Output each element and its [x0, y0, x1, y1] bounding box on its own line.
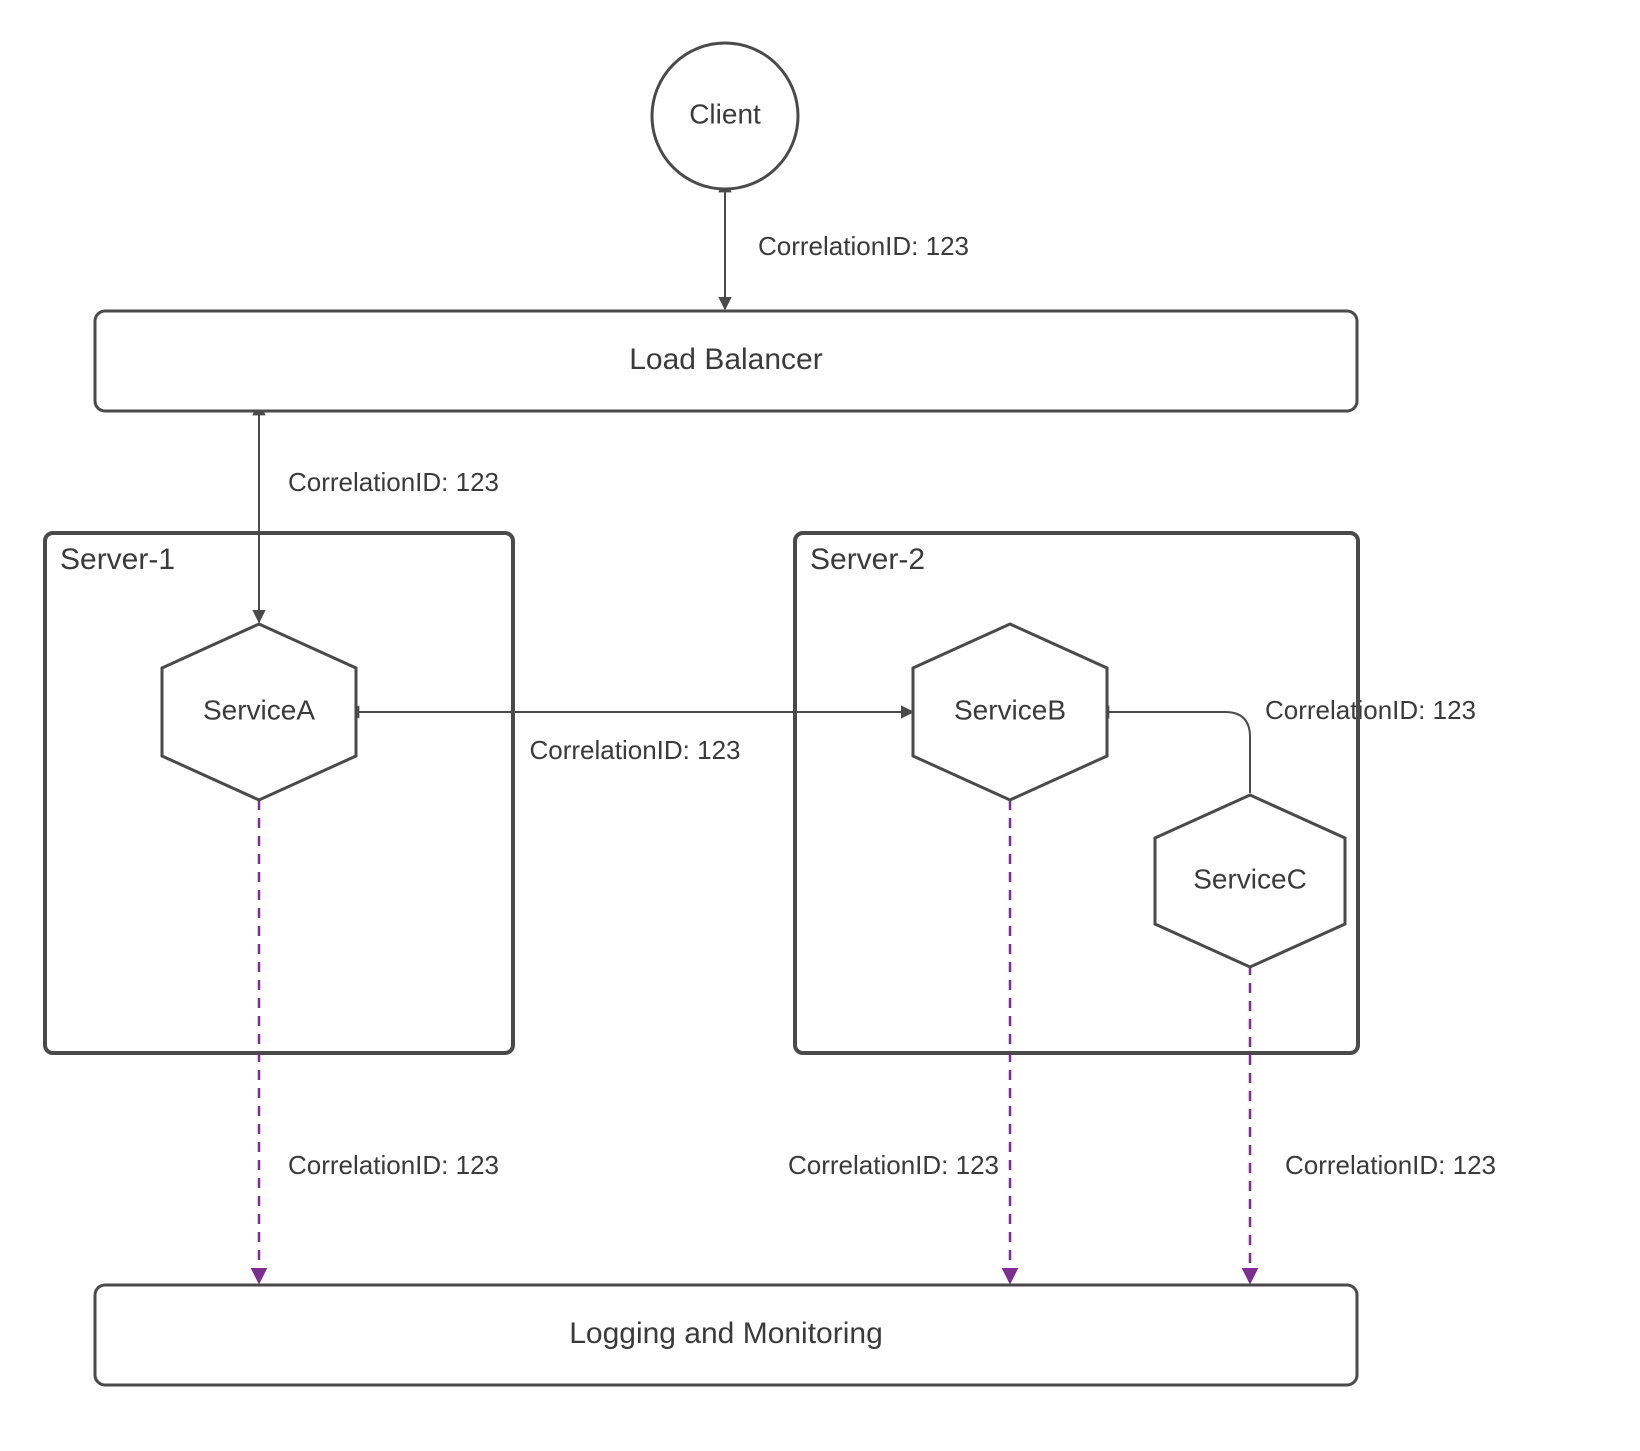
node-servicea: ServiceA — [162, 624, 356, 800]
node-label-loadbalancer: Load Balancer — [629, 343, 822, 376]
group-server2: Server-2 — [795, 533, 1358, 1053]
edge-label-serviceb-log: CorrelationID: 123 — [788, 1150, 999, 1180]
edge-label-servicea-serviceb: CorrelationID: 123 — [530, 735, 741, 765]
node-label-serviceb: ServiceB — [954, 694, 1066, 725]
edge-label-lb-servicea: CorrelationID: 123 — [288, 467, 499, 497]
group-label-server1: Server-1 — [60, 543, 175, 576]
edge-label-client-lb: CorrelationID: 123 — [758, 231, 969, 261]
node-label-servicec: ServiceC — [1193, 863, 1307, 894]
edge-client-loadbalancer: CorrelationID: 123 — [725, 191, 969, 309]
node-servicec: ServiceC — [1155, 795, 1345, 967]
edge-loadbalancer-servicea: CorrelationID: 123 — [259, 414, 499, 622]
node-client: Client — [652, 43, 798, 189]
node-logging: Logging and Monitoring — [95, 1285, 1357, 1385]
edge-serviceb-servicec: CorrelationID: 123 — [1108, 695, 1476, 793]
edge-label-serviceb-servicec: CorrelationID: 123 — [1265, 695, 1476, 725]
node-loadbalancer: Load Balancer — [95, 311, 1357, 411]
edge-servicea-logging: CorrelationID: 123 — [259, 800, 499, 1283]
edge-serviceb-logging: CorrelationID: 123 — [788, 800, 1010, 1283]
edge-label-servicea-log: CorrelationID: 123 — [288, 1150, 499, 1180]
architecture-diagram: CorrelationID: 123 CorrelationID: 123 Co… — [0, 0, 1640, 1451]
node-serviceb: ServiceB — [913, 624, 1107, 800]
edge-servicec-logging: CorrelationID: 123 — [1250, 965, 1496, 1283]
node-label-logging: Logging and Monitoring — [569, 1317, 883, 1350]
node-label-client: Client — [689, 98, 761, 129]
node-label-servicea: ServiceA — [203, 694, 315, 725]
group-server1: Server-1 — [45, 533, 513, 1053]
edge-servicea-serviceb: CorrelationID: 123 — [358, 712, 913, 765]
group-label-server2: Server-2 — [810, 543, 925, 576]
edge-label-servicec-log: CorrelationID: 123 — [1285, 1150, 1496, 1180]
